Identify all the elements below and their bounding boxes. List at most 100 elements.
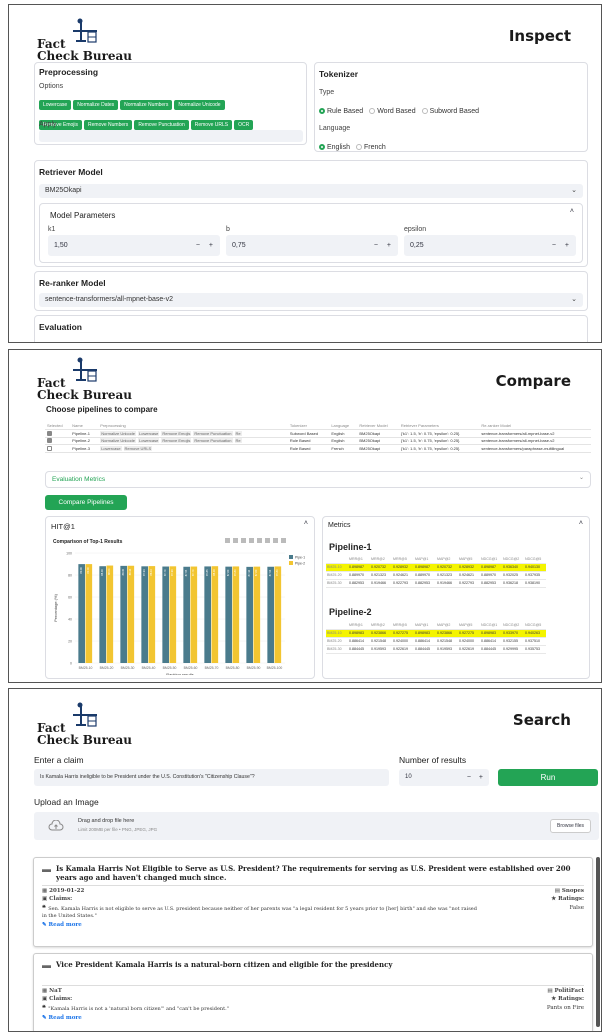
metrics-cell: 0.932025 <box>502 571 524 580</box>
chevron-up-icon[interactable]: ˄ <box>304 520 308 527</box>
apply-input[interactable] <box>39 130 303 142</box>
x-tick-label: BM25-60 <box>184 666 198 670</box>
column-header[interactable]: Name <box>70 422 99 430</box>
bar-value-label: 87.44 <box>247 569 251 576</box>
claim-text: ❝ Sen. Kamala Harris is not eligible to … <box>42 904 482 919</box>
read-more-link[interactable]: ✎ Read more <box>42 1015 82 1021</box>
legend-label: Pipe-2 <box>295 562 305 566</box>
table-row[interactable]: Pipeline-3 Lowercase Remove URLS Rule Based… <box>45 444 591 453</box>
params-cell: {'k1': 1.5, 'b': 0.75, 'epsilon': 0.25} <box>398 437 480 445</box>
claim-input[interactable]: Is Kamala Harris ineligible to be Presid… <box>34 769 389 786</box>
radio-option[interactable]: Rule Based <box>319 108 363 115</box>
bar-value-label: 87.80 <box>275 569 279 576</box>
num-results-input[interactable]: 10 − + <box>399 769 489 786</box>
reranker-value: sentence-transformers/all-mpnet-base-v2 <box>45 296 173 303</box>
radio-option[interactable]: French <box>355 144 386 151</box>
column-header[interactable]: Preprocessing <box>98 422 288 430</box>
plus-icon[interactable]: + <box>387 235 391 256</box>
minus-icon[interactable]: − <box>374 235 378 256</box>
checkbox-checked[interactable] <box>47 438 52 444</box>
bar-value-label: 87.70 <box>163 569 167 576</box>
read-more-link[interactable]: ✎ Read more <box>42 922 82 928</box>
bar <box>246 566 253 663</box>
param-input[interactable]: 1,50 − + <box>48 235 220 256</box>
table-row[interactable]: Pipeline-2 Normalize Unicode Lowercase Remo… <box>45 437 591 445</box>
metrics-cell: 0.884445 <box>414 645 436 654</box>
upload-dropzone[interactable]: Drag and drop file here Limit 200MB per … <box>34 812 599 840</box>
option-chip[interactable]: Normalize Dates <box>73 100 119 110</box>
option-chip[interactable]: Lowercase <box>39 100 72 110</box>
minus-icon[interactable]: − <box>196 235 200 256</box>
chevron-up-icon[interactable]: ˄ <box>570 208 574 215</box>
selected-cell[interactable] <box>45 437 71 445</box>
column-header[interactable]: Selected <box>45 422 71 430</box>
metrics-cell: 0.924000 <box>458 637 480 646</box>
radio-option[interactable]: Subword Based <box>421 108 479 115</box>
options-label: Options <box>39 83 64 90</box>
source-text: PolitiFact <box>554 988 584 994</box>
minus-icon[interactable]: − <box>552 235 556 256</box>
retriever-cell: BM25Okapi <box>357 444 399 453</box>
metrics-cell: 0.889970 <box>348 571 370 580</box>
preprocessing-tag: Lowercase <box>138 438 160 444</box>
logo: Fact Check Bureau <box>37 702 137 746</box>
scrollbar[interactable] <box>596 857 600 1027</box>
radio-option[interactable]: Word Based <box>369 108 416 115</box>
chevron-up-icon[interactable]: ˄ <box>579 520 583 527</box>
option-chip[interactable]: Normalize Numbers <box>120 100 173 110</box>
claims-label: ▣ Claims: <box>42 996 72 1002</box>
metrics-cell: 0.927275 <box>392 629 414 638</box>
column-header[interactable]: Retriever Parameters <box>398 422 480 430</box>
result-source: ▤ Snopes <box>555 888 584 894</box>
column-header[interactable]: Retriever Model <box>357 422 399 430</box>
selected-cell[interactable] <box>45 444 71 453</box>
evaluation-metrics-expander[interactable]: Evaluation Metrics ⌄ <box>45 471 591 488</box>
metrics-cell: 0.898987 <box>480 563 502 572</box>
radio-option[interactable]: English <box>319 144 350 151</box>
metrics-header-row: MRR@1 MRR@2 MRR@5 MAP@1 MAP@2 MAP@5 NDCG@1 NDCG… <box>326 621 546 630</box>
retriever-select[interactable]: BM25Okapi ⌄ <box>39 184 583 198</box>
column-header[interactable]: Language <box>329 422 358 430</box>
column-header[interactable]: Re-ranker Model <box>479 422 591 430</box>
option-chip[interactable]: Remove Punctuation <box>134 120 189 130</box>
table-row[interactable]: Pipeline-1 Normalize Unicode Lowercase Remo… <box>45 429 591 438</box>
metrics-row-name: BM25-20 <box>326 637 348 646</box>
metrics-cell: 0.924621 <box>458 571 480 580</box>
param-input[interactable]: 0,75 − + <box>226 235 398 256</box>
apply-label: Apply <box>39 121 57 128</box>
result-divider <box>42 985 584 986</box>
column-header[interactable]: Tokenizer <box>287 422 330 430</box>
plus-icon[interactable]: + <box>479 769 483 786</box>
bar <box>204 566 211 663</box>
option-chip[interactable]: Remove URLS <box>190 120 233 130</box>
option-chip[interactable]: OCR <box>234 120 254 130</box>
minus-icon[interactable]: − <box>467 769 471 786</box>
retriever-cell: BM25Okapi <box>357 437 399 445</box>
preprocessing-tag: Normalize Unicode <box>100 438 136 444</box>
plus-icon[interactable]: + <box>209 235 213 256</box>
bar <box>267 566 274 663</box>
plus-icon[interactable]: + <box>565 235 569 256</box>
checkbox[interactable] <box>47 445 52 451</box>
param-input[interactable]: 0,25 − + <box>404 235 576 256</box>
option-chip[interactable]: Remove Numbers <box>84 120 133 130</box>
claim-quote: Sen. Kamala Harris is not eligible to se… <box>42 906 477 919</box>
pipeline1-metrics-table: MRR@1 MRR@2 MRR@5 MAP@1 MAP@2 MAP@5 NDCG@1 NDCG… <box>326 555 546 588</box>
metrics-cell: 0.933970 <box>502 629 524 638</box>
browse-files-button[interactable]: Browse files <box>550 819 591 833</box>
radio-selected-icon <box>319 108 325 114</box>
option-chip[interactable]: Normalize Unicode <box>174 100 225 110</box>
compare-pipelines-button[interactable]: Compare Pipelines <box>45 495 127 510</box>
run-button[interactable]: Run <box>498 769 598 786</box>
metrics-cell: 0.937510 <box>524 637 546 646</box>
checkbox-checked[interactable] <box>47 430 52 436</box>
metrics-cell: 0.919593 <box>370 645 392 654</box>
selected-cell[interactable] <box>45 429 71 438</box>
metrics-header-cell <box>326 555 348 564</box>
params-cell: {'k1': 1.5, 'b': 0.75, 'epsilon': 0.25} <box>398 429 480 438</box>
preprocessing-tag: Lowercase <box>138 430 160 436</box>
metrics-header-cell: MAP@1 <box>414 555 436 564</box>
preprocessing-tag: Normalize Unicode <box>100 430 136 436</box>
metrics-cell: 0.886414 <box>480 637 502 646</box>
reranker-select[interactable]: sentence-transformers/all-mpnet-base-v2 ⌄ <box>39 293 583 307</box>
